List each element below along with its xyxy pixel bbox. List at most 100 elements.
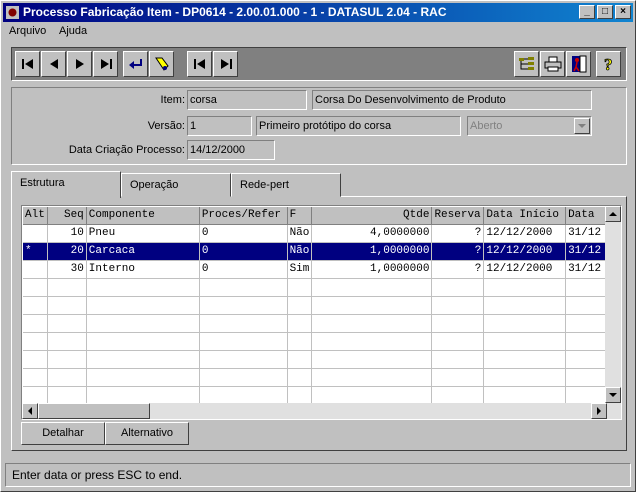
status-bar: Enter data or press ESC to end. — [5, 463, 631, 487]
detalhar-button[interactable]: Detalhar — [21, 422, 105, 445]
cell-reserva: ? — [431, 260, 485, 279]
cell-data: 31/12 — [565, 224, 606, 243]
empty-row — [23, 314, 606, 333]
status-combo-value: Aberto — [470, 120, 503, 132]
tab-operacao[interactable]: Operação — [121, 173, 231, 197]
structure-tree-button[interactable] — [514, 51, 539, 77]
menu-bar: Arquivo Ajuda — [3, 23, 633, 41]
cell-data-inicio: 12/12/2000 — [483, 260, 567, 279]
scroll-down-button[interactable] — [605, 387, 621, 403]
versao-field[interactable]: 1 — [187, 116, 252, 136]
app-icon — [6, 6, 19, 19]
title-bar: Processo Fabricação Item - DP0614 - 2.00… — [3, 3, 633, 22]
horizontal-scroll-thumb[interactable] — [38, 403, 150, 419]
empty-row — [23, 386, 606, 404]
svg-text:?: ? — [604, 55, 613, 73]
menu-ajuda[interactable]: Ajuda — [59, 25, 87, 37]
empty-row — [23, 332, 606, 351]
grid-body: Alt Seq Componente Proces/Refer F Qtde R… — [23, 207, 606, 404]
last-record-button[interactable] — [93, 51, 118, 77]
item-description: Corsa Do Desenvolvimento de Produto — [312, 90, 592, 110]
print-icon — [544, 56, 561, 72]
status-text: Enter data or press ESC to end. — [12, 468, 183, 482]
col-data-inicio[interactable]: Data Início — [483, 207, 567, 225]
go-to-icon — [128, 59, 142, 69]
table-row[interactable]: 30 Interno 0 Sim 1,0000000 ? 12/12/2000 … — [23, 260, 606, 279]
toolbar: ? — [11, 47, 627, 81]
data-criacao-label: Data Criação Processo: — [68, 144, 185, 156]
horizontal-scrollbar[interactable] — [22, 403, 621, 419]
structure-table: Alt Seq Componente Proces/Refer F Qtde R… — [23, 207, 606, 404]
tab-rede-pert[interactable]: Rede-pert — [231, 173, 341, 197]
minimize-button[interactable]: _ — [579, 5, 595, 19]
exit-button[interactable] — [566, 51, 591, 77]
cell-qtde: 1,0000000 — [311, 260, 433, 279]
empty-row — [23, 278, 606, 297]
col-qtde[interactable]: Qtde — [311, 207, 433, 225]
search-button[interactable] — [149, 51, 174, 77]
cell-data-inicio: 12/12/2000 — [483, 224, 567, 243]
cell-componente: Pneu — [86, 224, 200, 243]
first-page-button[interactable] — [187, 51, 212, 77]
cell-componente: Interno — [86, 260, 200, 279]
empty-row — [23, 368, 606, 387]
last-record-icon — [100, 59, 112, 69]
next-record-icon — [75, 59, 84, 69]
last-page-icon — [220, 59, 232, 69]
col-componente[interactable]: Componente — [86, 207, 200, 225]
empty-row — [23, 350, 606, 369]
menu-arquivo[interactable]: Arquivo — [9, 25, 46, 37]
cell-componente: Carcaca — [86, 242, 200, 261]
col-data[interactable]: Data — [565, 207, 606, 225]
cell-alt — [23, 224, 48, 243]
versao-description: Primeiro protótipo do corsa — [256, 116, 461, 136]
print-button[interactable] — [540, 51, 565, 77]
data-criacao-field[interactable]: 14/12/2000 — [187, 140, 275, 160]
vertical-scrollbar[interactable] — [605, 206, 621, 403]
maximize-button[interactable]: □ — [597, 5, 613, 19]
search-icon — [154, 57, 169, 71]
cell-data-inicio: 12/12/2000 — [483, 242, 567, 261]
versao-label: Versão: — [147, 120, 185, 132]
last-page-button[interactable] — [213, 51, 238, 77]
empty-row — [23, 296, 606, 315]
cell-alt: * — [23, 242, 48, 261]
main-window: Processo Fabricação Item - DP0614 - 2.00… — [0, 0, 636, 492]
structure-grid[interactable]: Alt Seq Componente Proces/Refer F Qtde R… — [21, 205, 622, 420]
cell-qtde: 1,0000000 — [311, 242, 433, 261]
cell-seq: 20 — [47, 242, 87, 261]
alternativo-button[interactable]: Alternativo — [105, 422, 189, 445]
col-f[interactable]: F — [287, 207, 313, 225]
next-record-button[interactable] — [67, 51, 92, 77]
col-reserva[interactable]: Reserva — [431, 207, 485, 225]
grid-header: Alt Seq Componente Proces/Refer F Qtde R… — [23, 207, 606, 225]
cell-proces-refer: 0 — [199, 242, 288, 261]
item-field[interactable]: corsa — [187, 90, 307, 110]
cell-data: 31/12 — [565, 242, 606, 261]
arrow-up-icon — [609, 212, 617, 216]
cell-alt — [23, 260, 48, 279]
arrow-right-icon — [597, 407, 601, 415]
go-to-button[interactable] — [123, 51, 148, 77]
first-page-icon — [193, 59, 205, 69]
scroll-left-button[interactable] — [22, 403, 38, 419]
col-alt[interactable]: Alt — [23, 207, 48, 225]
table-row[interactable]: 10 Pneu 0 Não 4,0000000 ? 12/12/2000 31/… — [23, 224, 606, 243]
cell-seq: 30 — [47, 260, 87, 279]
cell-proces-refer: 0 — [199, 224, 288, 243]
table-row-selected[interactable]: * 20 Carcaca 0 Não 1,0000000 ? 12/12/200… — [23, 242, 606, 261]
tab-estrutura[interactable]: Estrutura — [11, 171, 121, 198]
cell-reserva: ? — [431, 224, 485, 243]
scroll-up-button[interactable] — [605, 206, 621, 222]
cell-f: Sim — [287, 260, 313, 279]
close-button[interactable]: × — [615, 5, 631, 19]
col-proces-refer[interactable]: Proces/Refer — [199, 207, 288, 225]
exit-icon — [571, 55, 586, 73]
structure-tree-icon — [518, 57, 534, 70]
first-record-button[interactable] — [15, 51, 40, 77]
previous-record-button[interactable] — [41, 51, 66, 77]
col-seq[interactable]: Seq — [47, 207, 87, 225]
scroll-right-button[interactable] — [591, 403, 607, 419]
help-button[interactable]: ? — [596, 51, 621, 77]
cell-proces-refer: 0 — [199, 260, 288, 279]
